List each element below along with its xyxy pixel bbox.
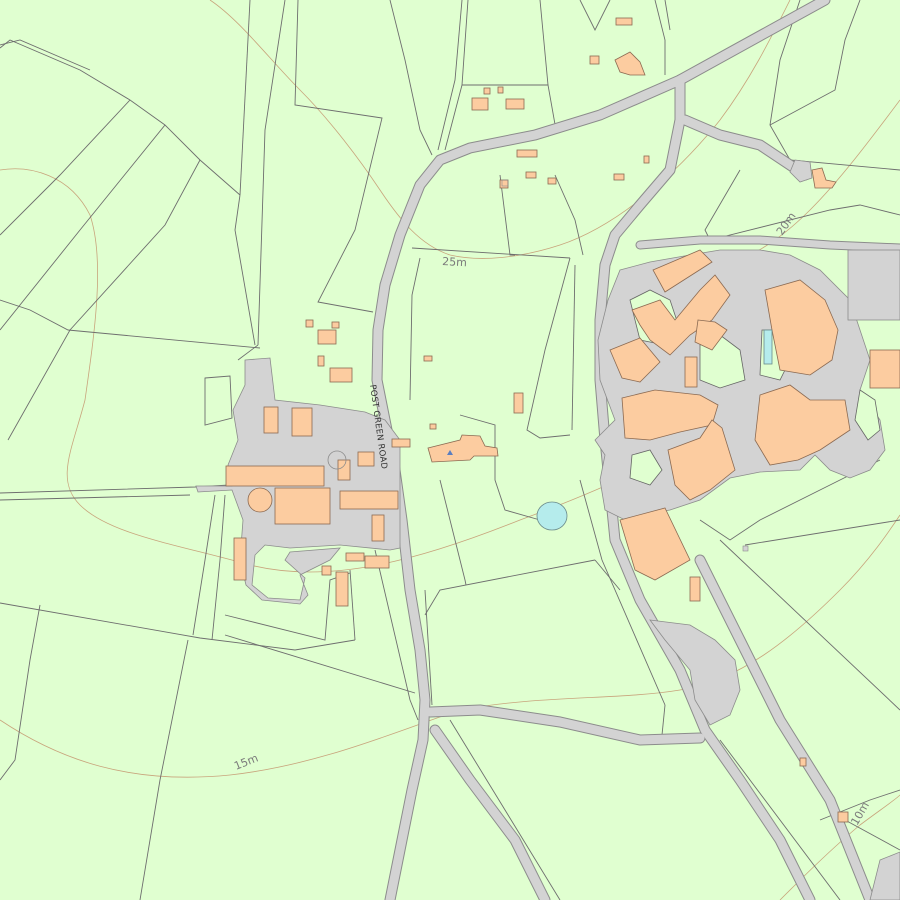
contour-label-25m: 25m bbox=[442, 255, 467, 269]
map-svg[interactable]: 25m 20m 15m 10m POST GREEN ROAD bbox=[0, 0, 900, 900]
map-canvas[interactable]: 25m 20m 15m 10m POST GREEN ROAD bbox=[0, 0, 900, 900]
